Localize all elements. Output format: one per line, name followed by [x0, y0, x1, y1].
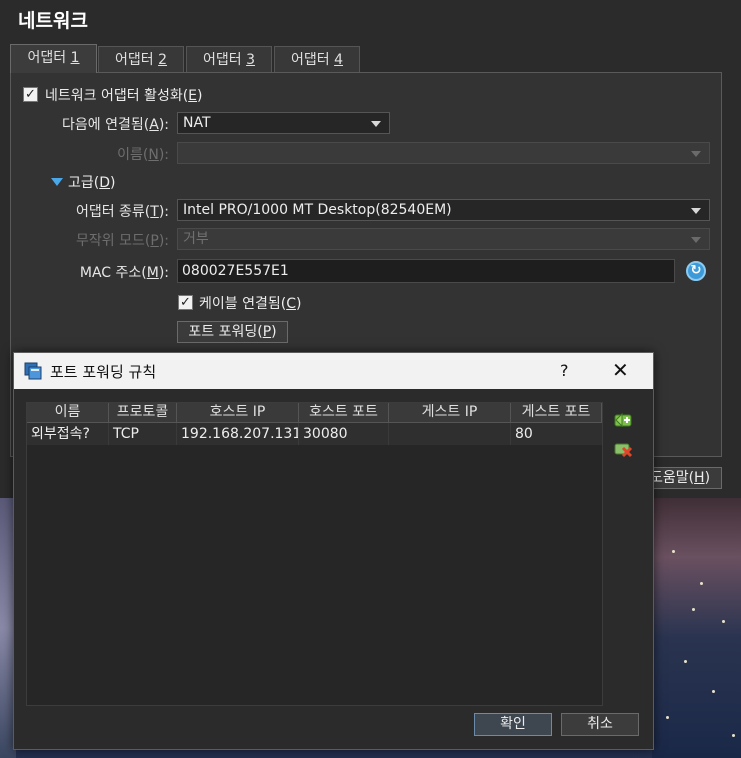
column-header-guest-port[interactable]: 게스트 포트: [511, 403, 602, 422]
app-window-icon: [24, 362, 42, 380]
column-header-host-ip[interactable]: 호스트 IP: [177, 403, 299, 422]
attached-to-select[interactable]: NAT: [177, 112, 390, 134]
tab-adapter-2[interactable]: 어댑터 2: [98, 46, 184, 72]
help-icon[interactable]: ?: [560, 361, 569, 380]
page-title: 네트워크: [18, 10, 88, 32]
close-icon[interactable]: ✕: [612, 358, 629, 382]
column-header-protocol[interactable]: 프로토콜: [109, 403, 177, 422]
promiscuous-mode-select[interactable]: 거부: [177, 228, 710, 250]
chevron-down-icon: [691, 151, 701, 157]
cell-host-port[interactable]: 30080: [299, 423, 389, 445]
name-label: 이름(N):: [117, 147, 169, 163]
port-rules-table[interactable]: 이름 프로토콜 호스트 IP 호스트 포트 게스트 IP 게스트 포트 외부접속…: [26, 402, 603, 706]
port-forwarding-dialog: 포트 포워딩 규칙 ? ✕ 이름 프로토콜 호스트 IP 호스트 포트 게스트 …: [13, 352, 654, 750]
expand-triangle-icon[interactable]: [51, 178, 63, 186]
tab-adapter-3[interactable]: 어댑터 3: [186, 46, 272, 72]
chevron-down-icon: [371, 121, 381, 127]
column-header-name[interactable]: 이름: [27, 403, 109, 422]
remove-rule-icon[interactable]: [612, 439, 634, 459]
chevron-down-icon: [691, 237, 701, 243]
cancel-button[interactable]: 취소: [561, 713, 639, 736]
tab-adapter-4[interactable]: 어댑터 4: [274, 46, 360, 72]
advanced-toggle[interactable]: 고급(D): [68, 172, 115, 192]
promiscuous-mode-label: 무작위 모드(P):: [76, 233, 169, 249]
cell-host-ip[interactable]: 192.168.207.131: [177, 423, 299, 445]
mac-address-input[interactable]: 080027E557E1: [177, 259, 675, 283]
port-forwarding-button[interactable]: 포트 포워딩(P): [177, 321, 288, 343]
table-row[interactable]: 외부접속? TCP 192.168.207.131 30080 80: [27, 423, 602, 445]
cell-protocol[interactable]: TCP: [109, 423, 177, 445]
cell-guest-port[interactable]: 80: [511, 423, 602, 445]
column-header-guest-ip[interactable]: 게스트 IP: [389, 403, 511, 422]
desktop-wallpaper-right: [652, 490, 741, 758]
dialog-titlebar[interactable]: 포트 포워딩 규칙 ? ✕: [14, 353, 653, 389]
cable-connected-label: 케이블 연결됨(C): [199, 296, 302, 312]
enable-adapter-label: 네트워크 어댑터 활성화(E): [45, 88, 203, 104]
ok-button[interactable]: 확인: [474, 713, 552, 736]
attached-to-label: 다음에 연결됨(A):: [62, 117, 169, 133]
name-select[interactable]: [177, 142, 710, 164]
add-rule-icon[interactable]: [612, 410, 634, 430]
chevron-down-icon: [691, 208, 701, 214]
tab-adapter-1[interactable]: 어댑터 1: [10, 44, 97, 73]
column-header-host-port[interactable]: 호스트 포트: [299, 403, 389, 422]
cable-connected-checkbox[interactable]: ✓: [178, 295, 193, 310]
mac-address-label: MAC 주소(M):: [79, 265, 169, 281]
dialog-title: 포트 포워딩 규칙: [50, 363, 157, 381]
enable-adapter-checkbox[interactable]: ✓: [23, 87, 38, 102]
table-header: 이름 프로토콜 호스트 IP 호스트 포트 게스트 IP 게스트 포트: [27, 403, 602, 423]
adapter-type-select[interactable]: Intel PRO/1000 MT Desktop(82540EM): [177, 199, 710, 221]
cell-guest-ip[interactable]: [389, 423, 511, 445]
adapter-type-label: 어댑터 종류(T):: [75, 204, 169, 220]
refresh-mac-icon[interactable]: ↻: [686, 261, 706, 281]
cell-name[interactable]: 외부접속?: [27, 423, 109, 445]
